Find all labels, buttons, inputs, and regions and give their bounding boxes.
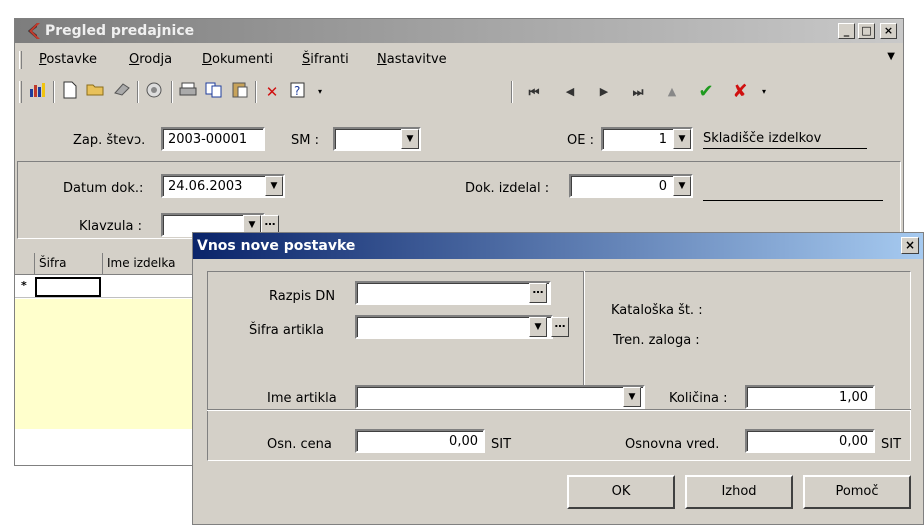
settings-icon[interactable] xyxy=(143,81,165,103)
ok-button[interactable]: OK xyxy=(567,475,675,509)
up-icon[interactable]: ▲ xyxy=(661,81,683,103)
datum-dropdown-icon[interactable]: ▼ xyxy=(265,176,283,196)
kataloska-label: Kataloška št. : xyxy=(611,303,703,318)
osn-vred-field[interactable]: 0,00 xyxy=(745,429,875,453)
oe-label: OE : xyxy=(567,133,594,148)
minimize-button[interactable]: _ xyxy=(838,23,855,39)
sm-label: SM : xyxy=(291,133,319,148)
toolbar-separator xyxy=(53,81,55,103)
previous-icon[interactable]: ◀ xyxy=(559,81,581,103)
svg-text:?: ? xyxy=(294,84,300,98)
new-row-marker: * xyxy=(21,279,27,292)
sm-dropdown-icon[interactable]: ▼ xyxy=(401,129,419,149)
menu-postavke[interactable]: Postavke xyxy=(39,52,97,67)
izdelal-label: Dok. izdelal : xyxy=(465,181,550,196)
sifra-dropdown-icon[interactable]: ▼ xyxy=(529,317,547,337)
datum-label: Datum dok.: xyxy=(63,181,144,196)
dialog-close-button[interactable]: × xyxy=(901,237,919,254)
kolicina-label: Količina : xyxy=(669,391,728,406)
confirm-icon[interactable]: ✔ xyxy=(695,81,717,103)
kolicina-field[interactable]: 1,00 xyxy=(745,385,875,409)
razpis-browse-button[interactable]: … xyxy=(529,283,547,303)
zaloga-label: Tren. zaloga : xyxy=(613,333,700,348)
paste-icon[interactable] xyxy=(229,81,251,103)
items-grid: Šifra Ime izdelka * xyxy=(15,253,215,465)
open-folder-icon[interactable] xyxy=(85,81,107,103)
last-icon[interactable]: ⏭ xyxy=(627,81,649,103)
nav-overflow-icon[interactable]: ▾ xyxy=(753,81,775,103)
copy-icon[interactable] xyxy=(203,81,225,103)
menu-nastavitve[interactable]: Nastavitve xyxy=(377,52,447,67)
toolbar-grip[interactable] xyxy=(19,81,22,103)
main-titlebar[interactable]: Pregled predajnice _ □ × xyxy=(15,19,903,43)
osn-vred-label: Osnovna vred. xyxy=(625,437,720,452)
grid-active-cell[interactable] xyxy=(35,277,101,297)
next-icon[interactable]: ▶ xyxy=(593,81,615,103)
table-row[interactable]: * xyxy=(15,276,215,298)
sifra-select[interactable] xyxy=(355,315,553,339)
first-icon[interactable]: ⏮ xyxy=(523,81,545,103)
oe-name: Skladišče izdelkov xyxy=(703,131,867,149)
delete-icon[interactable]: ✕ xyxy=(261,81,283,103)
menu-dokumenti[interactable]: Dokumenti xyxy=(202,52,273,67)
menubar-grip[interactable] xyxy=(19,51,22,69)
grid-corner xyxy=(15,253,35,275)
app-logo-icon xyxy=(28,23,40,39)
grid-col-sifra[interactable]: Šifra xyxy=(35,253,103,275)
menubar: Postavke Orodja Dokumenti Šifranti Nasta… xyxy=(15,47,903,73)
print-icon[interactable] xyxy=(177,81,199,103)
grid-empty-area xyxy=(15,299,215,429)
maximize-button[interactable]: □ xyxy=(858,23,875,39)
ime-select[interactable] xyxy=(355,385,645,409)
close-button[interactable]: × xyxy=(880,23,897,39)
dialog-title: Vnos nove postavke xyxy=(197,238,356,254)
help-icon[interactable]: ? xyxy=(287,81,309,103)
osn-cena-field[interactable]: 0,00 xyxy=(355,429,485,453)
menu-sifranti[interactable]: Šifranti xyxy=(302,52,349,67)
zap-stev-field[interactable]: 2003-00001 xyxy=(161,127,265,151)
sifra-browse-button[interactable]: … xyxy=(551,317,569,337)
izdelal-dropdown-icon[interactable]: ▼ xyxy=(673,176,691,196)
dialog-horizontal-divider xyxy=(207,409,911,411)
menu-orodja[interactable]: Orodja xyxy=(129,52,172,67)
new-document-icon[interactable] xyxy=(59,81,81,103)
osn-cena-label: Osn. cena xyxy=(267,437,332,452)
izdelal-name xyxy=(703,177,883,201)
chart-icon[interactable] xyxy=(27,81,49,103)
menu-overflow-icon[interactable]: ▼ xyxy=(887,51,895,62)
razpis-field[interactable] xyxy=(355,281,551,305)
nav-grip[interactable] xyxy=(511,81,513,103)
ime-label: Ime artikla xyxy=(267,391,337,406)
zap-stev-label: Zap. števↄ. xyxy=(73,133,146,148)
toolbar-overflow-icon[interactable]: ▾ xyxy=(309,81,331,103)
izhod-button[interactable]: Izhod xyxy=(685,475,793,509)
oe-dropdown-icon[interactable]: ▼ xyxy=(673,129,691,149)
toolbar-separator xyxy=(255,81,257,103)
toolbar: ✕ ? ▾ ⏮ ◀ ▶ ⏭ ▲ ✔ ✘ ▾ xyxy=(15,77,903,107)
osn-vred-currency: SIT xyxy=(881,437,902,452)
razpis-label: Razpis DN xyxy=(269,289,336,304)
sifra-label: Šifra artikla xyxy=(249,323,325,338)
toolbar-separator xyxy=(171,81,173,103)
pomoc-button[interactable]: Pomoč xyxy=(803,475,911,509)
cancel-icon[interactable]: ✘ xyxy=(729,81,751,103)
new-item-dialog: Vnos nove postavke × Razpis DN … Šifra a… xyxy=(192,232,924,525)
main-window-title: Pregled predajnice xyxy=(45,23,195,39)
ime-dropdown-icon[interactable]: ▼ xyxy=(623,387,641,407)
klavzula-label: Klavzula : xyxy=(79,219,142,234)
osn-cena-currency: SIT xyxy=(491,437,512,452)
toolbar-separator xyxy=(137,81,139,103)
eraser-icon[interactable] xyxy=(111,81,133,103)
dialog-titlebar[interactable]: Vnos nove postavke × xyxy=(193,233,923,259)
